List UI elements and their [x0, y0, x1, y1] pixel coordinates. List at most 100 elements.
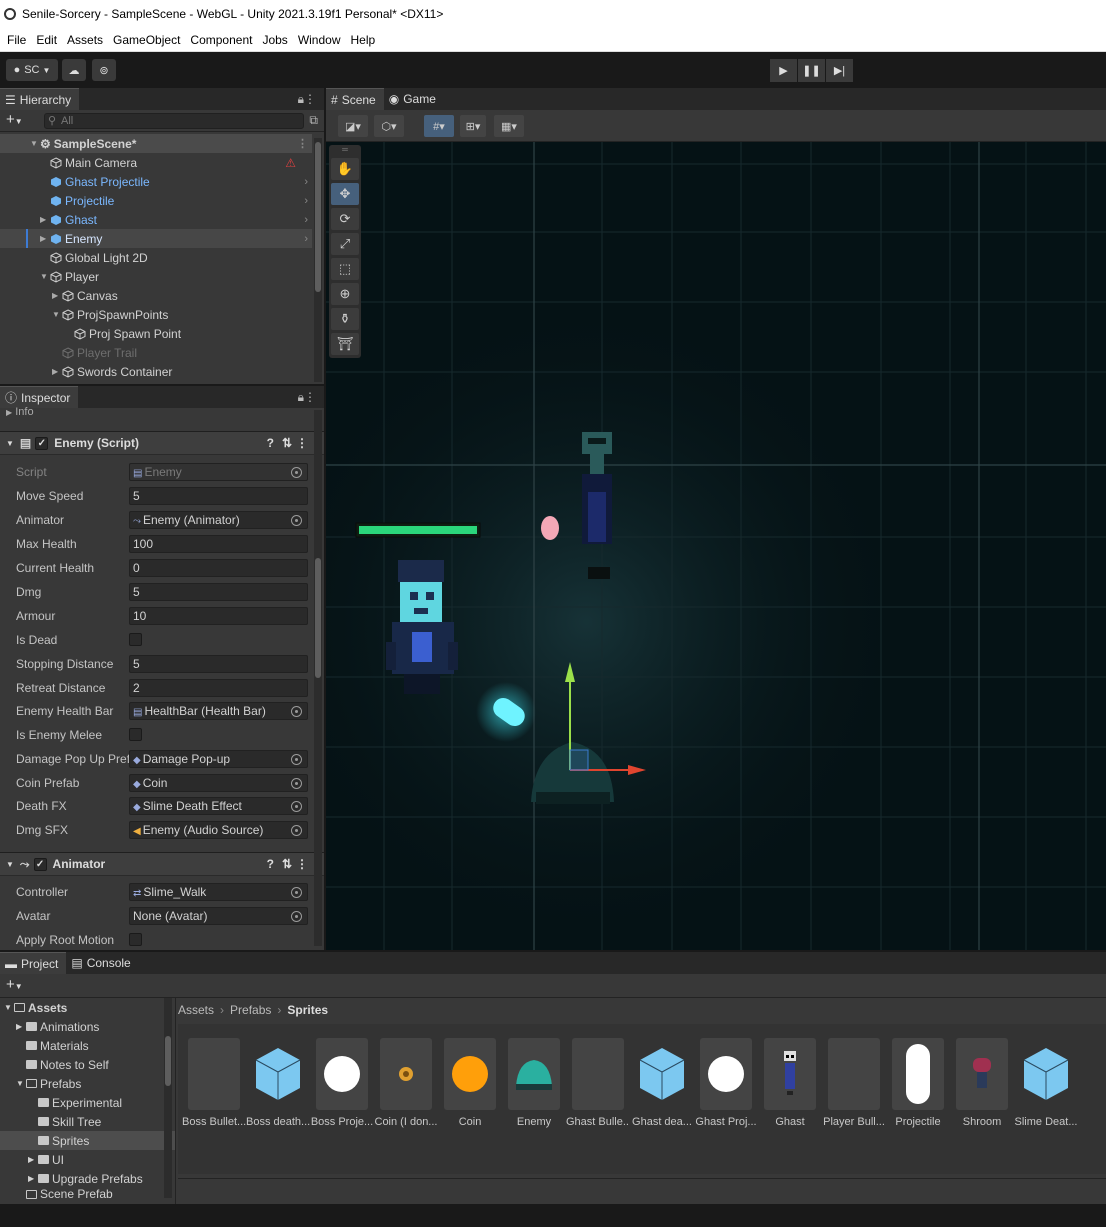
preset-icon[interactable]: ⇅: [282, 436, 292, 450]
enemy-script-header[interactable]: ▼ ▤ ✓ Enemy (Script) ? ⇅ ⋮: [0, 431, 324, 455]
stopping-distance-input[interactable]: 5: [129, 655, 308, 673]
grid-visibility-dropdown[interactable]: ▦▾: [494, 115, 524, 137]
scrollbar-thumb[interactable]: [315, 558, 321, 678]
object-picker-icon[interactable]: [291, 706, 302, 717]
more-icon[interactable]: ⋮: [304, 390, 316, 404]
asset-item[interactable]: Enemy: [502, 1038, 566, 1128]
asset-item[interactable]: Ghast Proj...: [694, 1038, 758, 1128]
scene-visibility-icon[interactable]: ⧉: [309, 113, 318, 128]
play-button[interactable]: ▶: [770, 59, 797, 82]
expand-arrow-icon[interactable]: ▶: [28, 1174, 38, 1183]
is-dead-checkbox[interactable]: [129, 633, 142, 646]
hierarchy-item-projectile[interactable]: Projectile ›: [0, 191, 312, 210]
pink-projectile-sprite[interactable]: [541, 516, 559, 540]
hierarchy-item-projspawnpoints[interactable]: ▼ ProjSpawnPoints: [0, 305, 312, 324]
expand-arrow-icon[interactable]: ▼: [6, 860, 14, 869]
hierarchy-scrollbar[interactable]: [314, 138, 322, 382]
asset-item[interactable]: Slime Deat...: [1014, 1038, 1078, 1128]
menu-assets[interactable]: Assets: [62, 33, 108, 47]
is-enemy-melee-checkbox[interactable]: [129, 728, 142, 741]
asset-item[interactable]: Shroom: [950, 1038, 1014, 1128]
folder-materials[interactable]: Materials: [0, 1036, 175, 1055]
retreat-distance-input[interactable]: 2: [129, 679, 308, 697]
tab-game[interactable]: ◉ Game: [383, 88, 444, 110]
current-health-input[interactable]: 0: [129, 559, 308, 577]
tab-scene[interactable]: # Scene: [326, 88, 384, 110]
hierarchy-item-swords-container[interactable]: ▶ Swords Container: [0, 362, 312, 381]
hierarchy-item-global-light[interactable]: Global Light 2D: [0, 248, 312, 267]
asset-item[interactable]: Boss Bullet...: [182, 1038, 246, 1128]
orientation-dropdown[interactable]: ⬡▾: [374, 115, 404, 137]
folder-experimental[interactable]: Experimental: [0, 1093, 175, 1112]
folder-upgrade-prefabs[interactable]: ▶ Upgrade Prefabs: [0, 1169, 175, 1188]
cloud-button[interactable]: ☁: [62, 59, 86, 81]
menu-gameobject[interactable]: GameObject: [108, 33, 185, 47]
coin-prefab-field[interactable]: ◆ Coin: [129, 774, 308, 792]
help-icon[interactable]: ?: [267, 857, 274, 871]
death-fx-field[interactable]: ◆ Slime Death Effect: [129, 797, 308, 815]
more-icon[interactable]: ⋮: [296, 857, 308, 871]
damage-popup-field[interactable]: ◆ Damage Pop-up: [129, 750, 308, 768]
inspector-scrollbar[interactable]: [314, 410, 322, 946]
move-tool-button[interactable]: ✥: [331, 183, 359, 205]
object-picker-icon[interactable]: [291, 825, 302, 836]
object-picker-icon[interactable]: [291, 754, 302, 765]
more-icon[interactable]: ⋮: [296, 436, 308, 450]
folder-ui[interactable]: ▶ UI: [0, 1150, 175, 1169]
folder-skill-tree[interactable]: Skill Tree: [0, 1112, 175, 1131]
script-field[interactable]: ▤ Enemy: [129, 463, 308, 481]
expand-arrow-icon[interactable]: ▼: [4, 1003, 14, 1012]
expand-arrow-icon[interactable]: ▼: [52, 310, 62, 319]
project-tree-scrollbar[interactable]: [164, 998, 172, 1198]
enemy-enabled-checkbox[interactable]: ✓: [35, 436, 49, 450]
animator-component-header[interactable]: ▼ ⤳ ✓ Animator ? ⇅ ⋮: [0, 852, 324, 876]
armour-input[interactable]: 10: [129, 607, 308, 625]
hierarchy-item-main-camera[interactable]: Main Camera ⚠: [0, 153, 312, 172]
drag-handle[interactable]: ═: [329, 145, 361, 155]
custom-tool-button[interactable]: ⚱: [331, 308, 359, 330]
help-icon[interactable]: ?: [267, 436, 274, 450]
hierarchy-item-canvas[interactable]: ▶ Canvas: [0, 286, 312, 305]
preset-icon[interactable]: ⇅: [282, 857, 292, 871]
asset-item[interactable]: Ghast dea...: [630, 1038, 694, 1128]
asset-item[interactable]: Boss Proje...: [310, 1038, 374, 1128]
folder-notes-to-self[interactable]: Notes to Self: [0, 1055, 175, 1074]
object-picker-icon[interactable]: [291, 778, 302, 789]
object-picker-icon[interactable]: [291, 887, 302, 898]
collider-tool-button[interactable]: ⛩: [331, 333, 359, 355]
asset-item[interactable]: Ghast: [758, 1038, 822, 1128]
add-button[interactable]: +▼: [6, 111, 23, 128]
menu-edit[interactable]: Edit: [31, 33, 62, 47]
health-bar-field[interactable]: ▤ HealthBar (Health Bar): [129, 702, 308, 720]
scrollbar-thumb[interactable]: [315, 142, 321, 292]
rect-tool-button[interactable]: ⬚: [331, 258, 359, 280]
controller-field[interactable]: ⇄ Slime_Walk: [129, 883, 308, 901]
dmg-input[interactable]: 5: [129, 583, 308, 601]
rotate-tool-button[interactable]: ⟳: [331, 208, 359, 230]
chevron-right-icon[interactable]: ›: [304, 233, 308, 245]
expand-arrow-icon[interactable]: ▼: [16, 1079, 26, 1088]
grid-snap-toggle[interactable]: #▾: [424, 115, 454, 137]
asset-item[interactable]: Coin (I don...: [374, 1038, 438, 1128]
transform-tool-button[interactable]: ⊕: [331, 283, 359, 305]
menu-window[interactable]: Window: [293, 33, 346, 47]
info-foldout[interactable]: ▶ Info: [6, 406, 34, 418]
add-button[interactable]: +▼: [6, 976, 23, 993]
folder-assets[interactable]: ▼ Assets: [0, 998, 175, 1017]
tab-hierarchy[interactable]: ☰ Hierarchy: [0, 88, 80, 110]
folder-scene-prefab[interactable]: Scene Prefab: [0, 1188, 175, 1200]
max-health-input[interactable]: 100: [129, 535, 308, 553]
expand-arrow-icon[interactable]: ▶: [16, 1022, 26, 1031]
folder-prefabs[interactable]: ▼ Prefabs: [0, 1074, 175, 1093]
folder-animations[interactable]: ▶ Animations: [0, 1017, 175, 1036]
increment-snap-dropdown[interactable]: ⊞▾: [460, 115, 486, 137]
asset-item[interactable]: Boss death...: [246, 1038, 310, 1128]
expand-arrow-icon[interactable]: ▶: [40, 215, 50, 224]
hierarchy-item-player[interactable]: ▼ Player: [0, 267, 312, 286]
pause-button[interactable]: ❚❚: [798, 59, 825, 82]
menu-jobs[interactable]: Jobs: [257, 33, 292, 47]
collab-button[interactable]: ⊚: [92, 59, 116, 81]
menu-help[interactable]: Help: [346, 33, 381, 47]
tab-console[interactable]: ▤ Console: [66, 952, 139, 974]
chevron-right-icon[interactable]: ›: [304, 176, 308, 188]
